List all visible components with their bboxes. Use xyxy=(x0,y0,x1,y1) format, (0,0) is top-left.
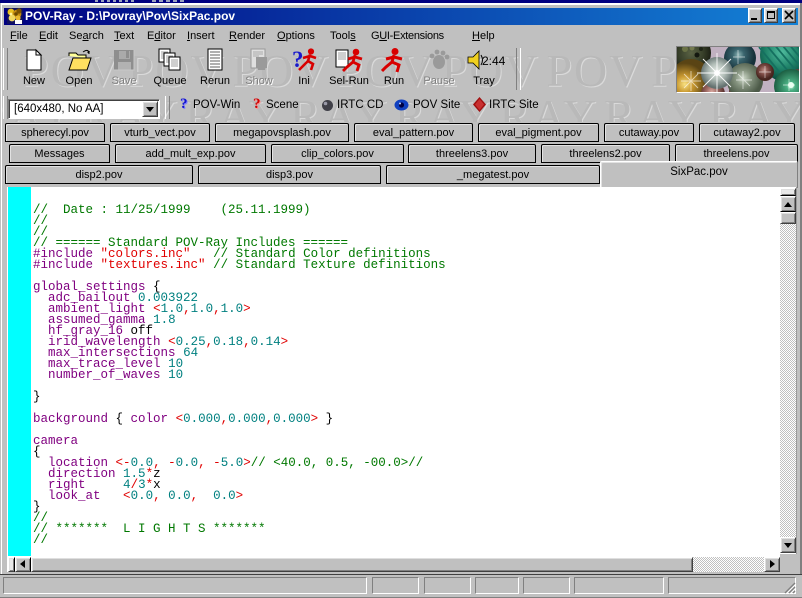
svg-text:2:44: 2:44 xyxy=(482,54,506,68)
